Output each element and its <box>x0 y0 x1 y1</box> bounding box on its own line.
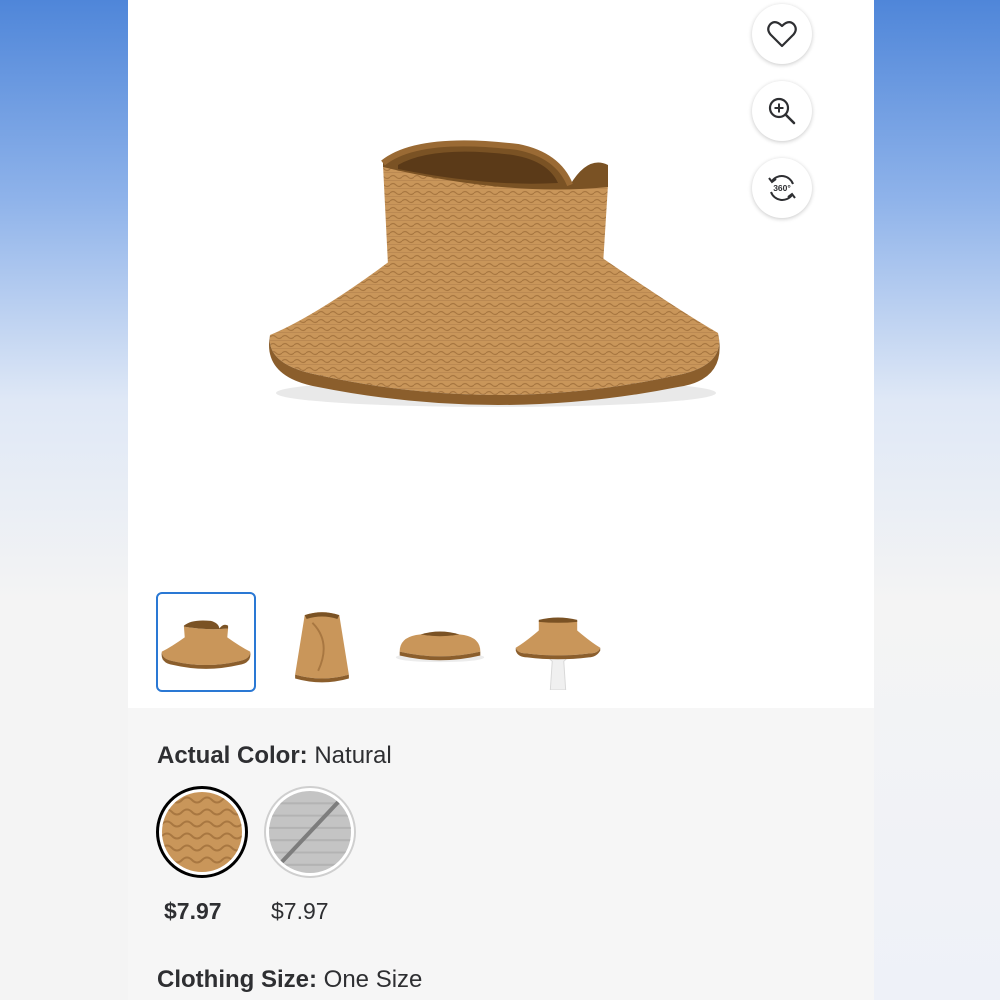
thumb-visor-front <box>161 620 251 669</box>
size-value: One Size <box>323 966 423 993</box>
swatch-unavailable[interactable] <box>264 786 356 878</box>
svg-text:360°: 360° <box>773 183 791 193</box>
background-right <box>874 0 1000 1000</box>
color-value: Natural <box>314 742 392 769</box>
thumbnail-1[interactable] <box>156 592 256 692</box>
360-view-icon: 360° <box>768 175 796 201</box>
product-image-area: 360° <box>128 0 874 708</box>
variant-options: Actual Color: Natural $7.97 $7.97 Clothi… <box>128 708 874 1000</box>
thumbnail-2[interactable] <box>272 592 372 692</box>
product-main-image[interactable] <box>258 125 738 425</box>
size-label: Clothing Size: <box>157 966 317 993</box>
thumb-visor-flat <box>395 631 485 663</box>
straw-texture-swatch <box>162 792 242 872</box>
view-360-button[interactable]: 360° <box>752 158 812 218</box>
zoom-button[interactable] <box>752 81 812 141</box>
size-label-row: Clothing Size: One Size <box>157 966 422 994</box>
thumb-visor-mannequin <box>515 617 601 690</box>
thumb-visor-rolled <box>295 612 349 683</box>
price-natural: $7.97 <box>164 898 222 924</box>
price-unavailable: $7.97 <box>271 898 329 924</box>
zoom-in-icon <box>768 97 796 125</box>
color-label-row: Actual Color: Natural <box>157 742 392 770</box>
thumbnail-3[interactable] <box>390 592 490 692</box>
swatch-natural[interactable] <box>156 786 248 878</box>
favorite-button[interactable] <box>752 4 812 64</box>
product-panel: 360° Actual Color: Natural $7.97 $7.97 C… <box>128 0 874 1000</box>
thumbnail-4[interactable] <box>508 592 608 692</box>
heart-icon <box>767 21 797 48</box>
color-label: Actual Color: <box>157 742 308 769</box>
unavailable-swatch-icon <box>269 791 351 873</box>
background-left <box>0 0 128 1000</box>
